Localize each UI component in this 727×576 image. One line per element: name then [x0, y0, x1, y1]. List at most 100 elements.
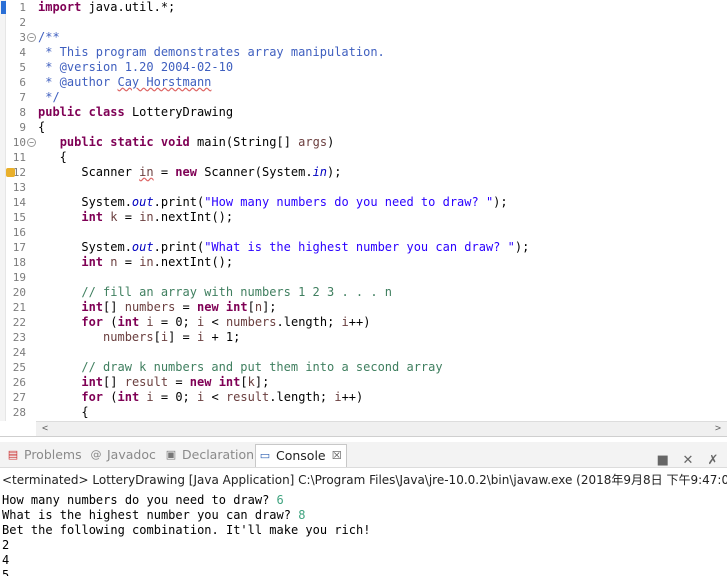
line-number: 22: [12, 316, 26, 329]
line-number: 4: [19, 46, 26, 59]
code-line[interactable]: int n = in.nextInt();: [38, 255, 233, 270]
code-token: int: [81, 375, 104, 389]
code-token: // fill an array with numbers 1 2 3 . . …: [81, 285, 393, 299]
code-line[interactable]: for (int i = 0; i < numbers.length; i++): [38, 315, 370, 330]
code-token: in: [139, 210, 154, 224]
code-token: (: [103, 390, 118, 404]
code-token: ];: [262, 300, 277, 314]
console-line: 4: [2, 553, 9, 568]
code-line[interactable]: // draw k numbers and put them into a se…: [38, 360, 442, 375]
line-number: 26: [12, 376, 26, 389]
fold-toggle-icon[interactable]: −: [27, 138, 36, 147]
tab-label: Console: [276, 448, 326, 463]
code-editor[interactable]: 1 2 3−4 5 6 7 8 9 10−11 12 13 14 15 16 17 18 19 20 21 22 23 2…: [0, 0, 727, 421]
code-line[interactable]: * @author Cay Horstmann: [38, 75, 211, 90]
code-token: []: [103, 375, 125, 389]
code-token: numbers: [225, 315, 277, 329]
code-token: ];: [254, 375, 270, 389]
code-token: = 0;: [153, 390, 198, 404]
code-line[interactable]: */: [38, 90, 59, 105]
code-token: result: [124, 375, 169, 389]
remove-launch-icon[interactable]: ✕: [678, 453, 698, 468]
code-token: in: [139, 255, 154, 269]
code-token: static: [110, 135, 154, 149]
fold-toggle-icon[interactable]: −: [27, 33, 36, 42]
code-token: LotteryDrawing: [124, 105, 234, 119]
code-token: void: [160, 135, 190, 149]
terminated-status: <terminated> LotteryDrawing [Java Applic…: [2, 473, 727, 487]
code-token: i: [146, 315, 154, 329]
line-number: 2: [19, 16, 26, 29]
line-number: 10: [12, 136, 26, 149]
tab-problems[interactable]: ▤ Problems: [4, 444, 82, 467]
horizontal-scrollbar[interactable]: < >: [36, 421, 727, 436]
code-token: "How many numbers do you need to draw? ": [204, 195, 494, 209]
console-line: What is the highest number you can draw?…: [2, 508, 305, 523]
code-line[interactable]: * This program demonstrates array manipu…: [38, 45, 385, 60]
code-line[interactable]: {: [38, 120, 45, 135]
at-icon: @: [90, 448, 102, 461]
code-token: args: [298, 135, 328, 149]
terminate-icon[interactable]: ■: [653, 453, 673, 468]
code-line[interactable]: // fill an array with numbers 1 2 3 . . …: [38, 285, 392, 300]
code-token: in: [139, 165, 154, 179]
code-line[interactable]: public static void main(String[] args): [38, 135, 335, 150]
code-line[interactable]: numbers[i] = i + 1;: [38, 330, 240, 345]
view-tab-bar: ▤ Problems @ Javadoc ▣ Declaration ▭ Con…: [0, 442, 727, 468]
line-number: 19: [12, 271, 26, 284]
code-line[interactable]: import java.util.*;: [38, 0, 175, 15]
code-line[interactable]: for (int i = 0; i < result.length; i++): [38, 390, 363, 405]
tab-label: Declaration: [182, 447, 255, 462]
code-token: [: [247, 300, 255, 314]
code-line[interactable]: System.out.print("How many numbers do yo…: [38, 195, 507, 210]
code-line[interactable]: /**: [38, 30, 60, 45]
code-line[interactable]: Scanner in = new Scanner(System.in);: [38, 165, 341, 180]
code-token: n: [254, 300, 263, 314]
bottom-panel: ▤ Problems @ Javadoc ▣ Declaration ▭ Con…: [0, 436, 727, 576]
tab-declaration[interactable]: ▣ Declaration: [162, 444, 254, 467]
code-token: int: [218, 375, 241, 389]
console-text: 2: [2, 538, 10, 552]
code-token: System.: [38, 195, 132, 209]
line-number: 28: [12, 406, 26, 419]
tab-javadoc[interactable]: @ Javadoc: [87, 444, 156, 467]
code-token: public: [59, 135, 104, 149]
code-token: for: [81, 315, 104, 329]
code-token: {: [38, 405, 89, 419]
scroll-right-icon[interactable]: >: [715, 422, 721, 436]
code-token: .print(: [153, 240, 205, 254]
code-line[interactable]: public class LotteryDrawing: [38, 105, 233, 120]
console-line: 5: [2, 568, 9, 576]
code-token: numbers: [124, 300, 176, 314]
code-line[interactable]: int k = in.nextInt();: [38, 210, 233, 225]
code-line[interactable]: int[] numbers = new int[n];: [38, 300, 277, 315]
code-line[interactable]: System.out.print("What is the highest nu…: [38, 240, 529, 255]
remove-all-icon[interactable]: ✗: [703, 453, 723, 468]
code-line[interactable]: int[] result = new int[k];: [38, 375, 269, 390]
code-token: for: [81, 390, 104, 404]
console-icon: ▭: [259, 449, 271, 462]
code-line[interactable]: * @version 1.20 2004-02-10: [38, 60, 233, 75]
line-number: 6: [19, 76, 26, 89]
warning-icon[interactable]: [6, 168, 15, 177]
console-line: How many numbers do you need to draw? 6: [2, 493, 284, 508]
tab-console[interactable]: ▭ Console ☒: [255, 444, 347, 467]
code-line[interactable]: {: [38, 405, 89, 420]
line-number: 11: [12, 151, 26, 164]
code-token: ++): [341, 390, 364, 404]
line-number: 24: [12, 346, 26, 359]
scroll-left-icon[interactable]: <: [42, 422, 48, 436]
code-token: =: [117, 210, 140, 224]
code-token: out: [131, 240, 154, 254]
code-line[interactable]: {: [38, 150, 67, 165]
line-number: 25: [12, 361, 26, 374]
code-token: i: [341, 315, 349, 329]
line-number: 20: [12, 286, 26, 299]
line-number: 18: [12, 256, 26, 269]
code-token: ] =: [168, 330, 197, 344]
close-icon[interactable]: ☒: [332, 445, 342, 467]
